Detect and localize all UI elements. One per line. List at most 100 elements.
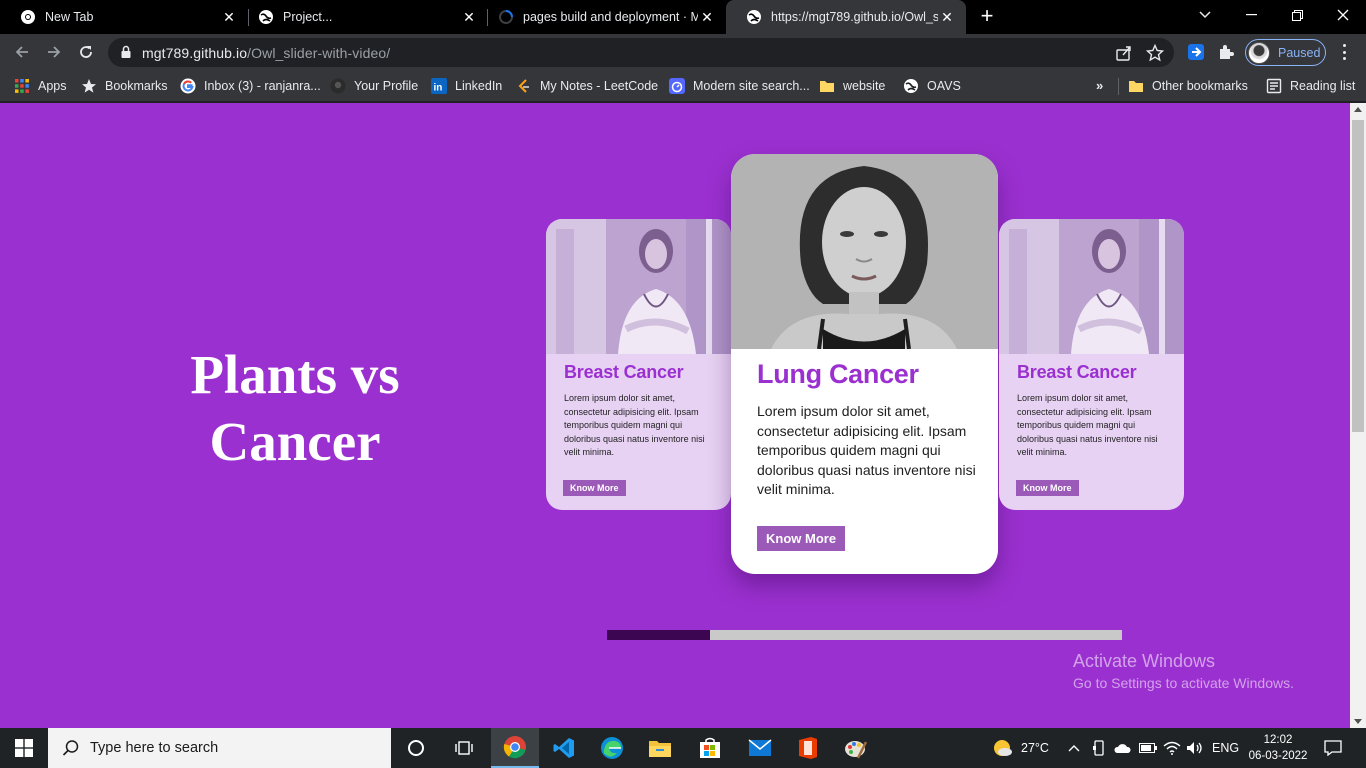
address-bar[interactable]: mgt789.github.io/Owl_slider-with-video/	[108, 38, 1174, 67]
know-more-button[interactable]: Know More	[1016, 479, 1079, 496]
puzzle-extensions-icon[interactable]	[1217, 43, 1235, 61]
more-bookmarks-icon[interactable]: »	[1096, 78, 1103, 93]
bookmark-other-bookmarks[interactable]: Other bookmarks	[1128, 76, 1248, 96]
tab-title: Project...	[283, 10, 333, 24]
arrow-right-icon	[48, 46, 61, 58]
weather-widget[interactable]: 27°C	[991, 728, 1049, 768]
minimize-button[interactable]	[1228, 0, 1274, 30]
tab-pages-build[interactable]: pages build and deployment · M ✕	[478, 0, 726, 34]
office-icon[interactable]	[784, 728, 832, 768]
bookmark-your-profile[interactable]: Your Profile	[330, 76, 418, 96]
wifi-icon[interactable]	[1163, 728, 1181, 768]
slider-progress-bar[interactable]	[607, 630, 1122, 640]
slider-progress-fill	[607, 630, 710, 640]
show-hidden-icons-chevron-icon[interactable]	[1068, 728, 1080, 768]
slider-card-left[interactable]: Breast Cancer Lorem ipsum dolor sit amet…	[546, 219, 731, 510]
bookmark-label: Other bookmarks	[1152, 79, 1248, 93]
tab-title: New Tab	[45, 10, 94, 24]
bookmark-linkedin[interactable]: in LinkedIn	[431, 76, 502, 96]
new-tab-button[interactable]: +	[976, 5, 998, 28]
search-placeholder: Type here to search	[90, 740, 219, 756]
bookmark-website[interactable]: website	[819, 76, 885, 96]
weather-temp: 27°C	[1021, 741, 1049, 755]
edge-icon[interactable]	[588, 728, 636, 768]
bookmark-divider	[1118, 78, 1119, 95]
profile-status: Paused	[1278, 45, 1321, 60]
lock-icon[interactable]	[120, 45, 132, 59]
tab-project[interactable]: Project... ✕	[238, 0, 488, 34]
card-heading: Breast Cancer	[1017, 362, 1137, 382]
onedrive-cloud-icon[interactable]	[1113, 728, 1131, 768]
menu-kebab-icon[interactable]	[1336, 43, 1352, 61]
close-icon[interactable]: ✕	[460, 8, 478, 26]
vscode-icon[interactable]	[540, 728, 588, 768]
doctor-photo	[999, 219, 1184, 354]
chrome-icon[interactable]	[491, 728, 539, 768]
back-button[interactable]	[10, 40, 34, 64]
forward-button[interactable]	[42, 40, 66, 64]
bookmark-oavs[interactable]: OAVS	[903, 76, 961, 96]
bookmark-bookmarks[interactable]: Bookmarks	[81, 76, 168, 96]
scroll-up-arrow-icon[interactable]	[1354, 107, 1362, 112]
activate-windows-watermark: Activate Windows Go to Settings to activ…	[1073, 651, 1294, 691]
scroll-down-arrow-icon[interactable]	[1354, 719, 1362, 724]
windows-taskbar: Type here to search 27°C ENG 12:02 06-03…	[0, 728, 1366, 768]
close-icon[interactable]: ✕	[938, 8, 956, 26]
url-text[interactable]: mgt789.github.io/Owl_slider-with-video/	[142, 45, 390, 61]
battery-icon[interactable]	[1139, 728, 1157, 768]
start-button[interactable]	[0, 728, 48, 768]
close-icon[interactable]: ✕	[220, 8, 238, 26]
globe-icon	[259, 10, 273, 24]
page-content: Plants vs Cancer Breast Cancer Lorem ips…	[0, 103, 1350, 728]
bookmark-star-icon[interactable]	[1146, 44, 1164, 62]
volume-icon[interactable]	[1186, 728, 1204, 768]
reading-list-button[interactable]: Reading list	[1266, 76, 1355, 96]
search-icon	[62, 740, 79, 756]
card-text: Lorem ipsum dolor sit amet, consectetur …	[564, 393, 705, 457]
tab-new-tab[interactable]: New Tab ✕	[0, 0, 248, 34]
portrait-photo	[731, 154, 998, 349]
share-icon[interactable]	[1115, 44, 1133, 62]
reload-button[interactable]	[74, 40, 98, 64]
mail-icon[interactable]	[736, 728, 784, 768]
globe-icon	[747, 10, 761, 24]
restore-button[interactable]	[1274, 0, 1320, 30]
bookmark-modern-site-search[interactable]: Modern site search...	[669, 76, 810, 96]
paint-icon[interactable]	[832, 728, 880, 768]
know-more-button[interactable]: Know More	[757, 525, 846, 551]
bookmark-label: Reading list	[1290, 79, 1356, 93]
linkedin-icon: in	[431, 78, 447, 94]
notification-icon[interactable]	[1324, 728, 1342, 768]
globe-icon	[904, 79, 918, 93]
slider-card-right[interactable]: Breast Cancer Lorem ipsum dolor sit amet…	[999, 219, 1184, 510]
star-icon	[82, 79, 96, 93]
doctor-photo	[546, 219, 731, 354]
task-view-icon[interactable]	[440, 728, 488, 768]
taskbar-search-input[interactable]: Type here to search	[48, 728, 391, 768]
tab-title: pages build and deployment · M	[523, 10, 698, 24]
page-scrollbar[interactable]	[1350, 103, 1366, 728]
extension-arrow-icon[interactable]	[1187, 43, 1205, 61]
bookmark-apps[interactable]: Apps	[14, 76, 67, 96]
file-explorer-icon[interactable]	[636, 728, 684, 768]
close-window-button[interactable]	[1320, 0, 1366, 30]
cortana-icon[interactable]	[392, 728, 440, 768]
tab-search-icon[interactable]	[1182, 0, 1228, 30]
language-indicator[interactable]: ENG	[1212, 728, 1239, 768]
store-icon[interactable]	[686, 728, 734, 768]
device-icon[interactable]	[1092, 728, 1106, 768]
know-more-button[interactable]: Know More	[563, 479, 626, 496]
bookmark-inbox[interactable]: Inbox (3) - ranjanra...	[180, 76, 321, 96]
taskbar-clock[interactable]: 12:02 06-03-2022	[1238, 732, 1318, 764]
profile-button[interactable]: Paused	[1245, 39, 1326, 66]
scrollbar-thumb[interactable]	[1352, 120, 1364, 432]
chrome-icon	[21, 10, 35, 24]
reading-list-icon	[1266, 78, 1282, 94]
slider-card-center[interactable]: Lung Cancer Lorem ipsum dolor sit amet, …	[731, 154, 998, 574]
close-icon[interactable]: ✕	[698, 8, 716, 26]
tab-active-owl-slider[interactable]: https://mgt789.github.io/Owl_sli ✕	[726, 0, 966, 34]
bookmark-leetcode[interactable]: My Notes - LeetCode	[516, 76, 658, 96]
hero-title-line1: Plants vs	[190, 344, 400, 405]
watermark-subtitle: Go to Settings to activate Windows.	[1073, 675, 1294, 691]
google-icon	[180, 78, 196, 94]
